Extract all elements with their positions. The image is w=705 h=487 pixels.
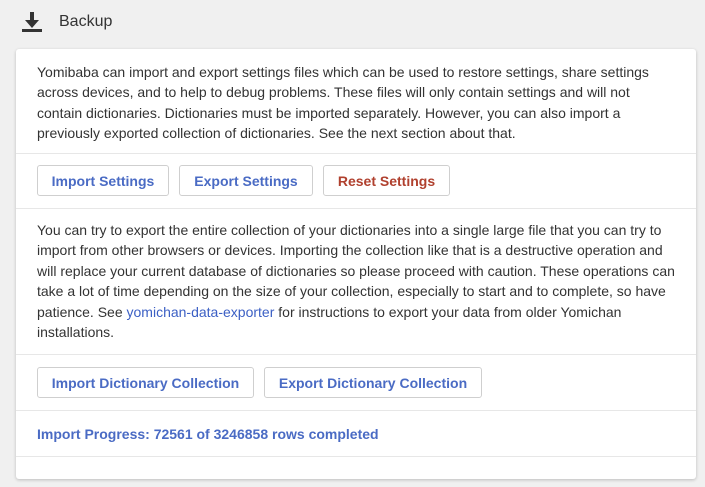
divider [16, 354, 696, 355]
import-settings-button[interactable]: Import Settings [37, 165, 169, 196]
reset-settings-button[interactable]: Reset Settings [323, 165, 450, 196]
collection-description: You can try to export the entire collect… [37, 220, 677, 342]
divider [16, 153, 696, 154]
divider [16, 208, 696, 209]
section-header: Backup [0, 0, 705, 48]
yomichan-data-exporter-link[interactable]: yomichan-data-exporter [127, 304, 275, 320]
settings-description: Yomibaba can import and export settings … [37, 64, 649, 142]
export-dictionary-collection-button[interactable]: Export Dictionary Collection [264, 367, 482, 398]
section-title: Backup [59, 13, 113, 30]
backup-card: Yomibaba can import and export settings … [16, 49, 696, 479]
import-dictionary-collection-button[interactable]: Import Dictionary Collection [37, 367, 254, 398]
download-icon [20, 10, 44, 34]
divider [16, 456, 696, 457]
export-settings-button[interactable]: Export Settings [179, 165, 313, 196]
divider [16, 410, 696, 411]
import-progress-text: Import Progress: 72561 of 3246858 rows c… [37, 426, 379, 442]
